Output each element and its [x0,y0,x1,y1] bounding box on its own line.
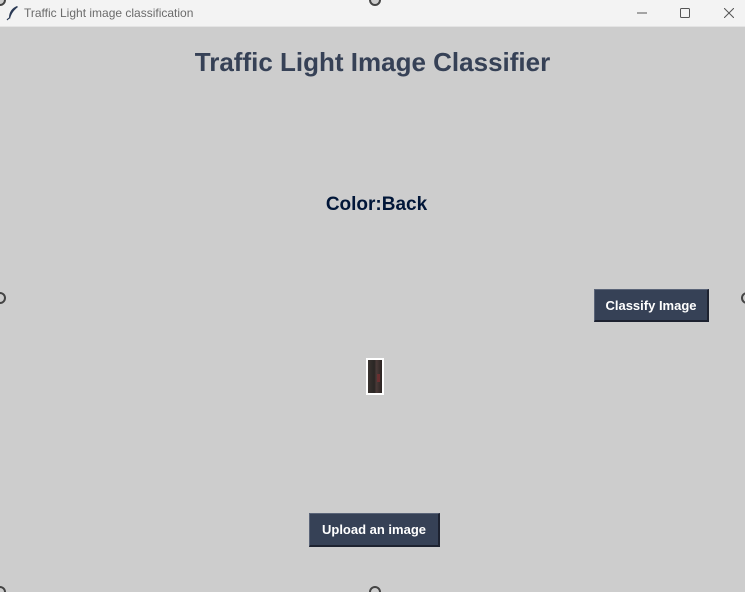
classification-result-label: Color:Back [325,194,428,215]
resize-handle-bottom-left[interactable] [0,586,6,592]
uploaded-image-thumbnail [366,358,384,395]
app-window: Traffic Light image classification Traff… [0,0,745,592]
upload-image-button[interactable]: Upload an image [309,513,440,547]
resize-handle-right[interactable] [741,292,745,304]
feather-icon [6,5,20,21]
minimize-icon [637,12,647,14]
maximize-button[interactable] [663,0,707,27]
close-button[interactable] [707,0,745,27]
resize-handle-bottom[interactable] [369,586,381,592]
page-heading: Traffic Light Image Classifier [194,47,551,77]
window-title: Traffic Light image classification [24,6,194,20]
traffic-light-image [368,360,382,393]
close-icon [724,8,734,18]
classify-image-button[interactable]: Classify Image [594,289,709,322]
minimize-button[interactable] [620,0,664,27]
resize-handle-left[interactable] [0,292,6,304]
maximize-icon [680,8,690,18]
